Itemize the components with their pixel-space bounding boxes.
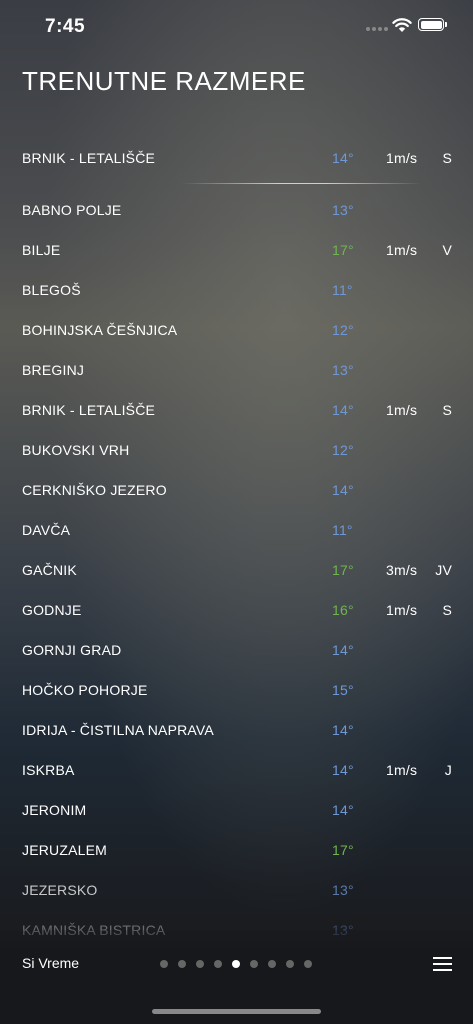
station-wind-direction: S: [442, 150, 452, 166]
station-temperature: 14°: [332, 762, 354, 778]
page-dot[interactable]: [250, 960, 258, 968]
page-dot[interactable]: [304, 960, 312, 968]
station-name: ISKRBA: [22, 762, 75, 778]
page-dot[interactable]: [196, 960, 204, 968]
station-wind-direction: V: [442, 242, 452, 258]
featured-station-row[interactable]: BRNIK - LETALIŠČE 14° 1m/s S: [22, 150, 452, 170]
station-temperature: 12°: [332, 322, 354, 338]
station-row[interactable]: BOHINJSKA ČEŠNJICA 12°: [22, 322, 452, 342]
station-temperature: 17°: [332, 562, 354, 578]
station-row[interactable]: BILJE 17° 1m/s V: [22, 242, 452, 262]
station-wind-direction: S: [442, 402, 452, 418]
page-dot[interactable]: [268, 960, 276, 968]
station-name: JERONIM: [22, 802, 87, 818]
station-wind-speed: 1m/s: [386, 602, 418, 618]
station-row[interactable]: JEZERSKO 13°: [22, 882, 452, 902]
station-name: BRNIK - LETALIŠČE: [22, 150, 156, 166]
page-dot[interactable]: [160, 960, 168, 968]
station-temperature: 14°: [332, 402, 354, 418]
station-temperature: 14°: [332, 642, 354, 658]
station-temperature: 13°: [332, 202, 354, 218]
station-wind-speed: 1m/s: [386, 242, 418, 258]
station-temperature: 14°: [332, 150, 354, 166]
station-temperature: 11°: [332, 282, 353, 298]
station-temperature: 16°: [332, 602, 354, 618]
station-name: DAVČA: [22, 522, 71, 538]
station-name: BOHINJSKA ČEŠNJICA: [22, 322, 178, 338]
station-wind-speed: 1m/s: [386, 762, 418, 778]
station-wind-direction: S: [442, 602, 452, 618]
station-name: JERUZALEM: [22, 842, 108, 858]
page-dot[interactable]: [232, 960, 240, 968]
cellular-signal-icon: [366, 27, 388, 31]
status-bar: 7:45: [0, 0, 473, 52]
station-temperature: 14°: [332, 482, 354, 498]
station-name: JEZERSKO: [22, 882, 98, 898]
status-time: 7:45: [45, 16, 86, 37]
station-name: BABNO POLJE: [22, 202, 122, 218]
station-name: HOČKO POHORJE: [22, 682, 148, 698]
page-title: TRENUTNE RAZMERE: [22, 66, 306, 96]
station-temperature: 13°: [332, 362, 354, 378]
battery-icon: [418, 18, 447, 31]
page-indicator[interactable]: [160, 960, 312, 968]
hamburger-menu-icon[interactable]: [433, 957, 452, 971]
station-temperature: 14°: [332, 802, 354, 818]
station-name: BRNIK - LETALIŠČE: [22, 402, 156, 418]
station-row[interactable]: DAVČA 11°: [22, 522, 452, 542]
app-brand: Si Vreme: [22, 955, 80, 971]
wifi-icon: [392, 18, 412, 32]
station-temperature: 12°: [332, 442, 354, 458]
station-row[interactable]: GODNJE 16° 1m/s S: [22, 602, 452, 622]
station-name: IDRIJA - ČISTILNA NAPRAVA: [22, 722, 214, 738]
station-row[interactable]: JERONIM 14°: [22, 802, 452, 822]
station-row[interactable]: BLEGOŠ 11°: [22, 282, 452, 302]
station-row[interactable]: BUKOVSKI VRH 12°: [22, 442, 452, 462]
station-temperature: 14°: [332, 722, 354, 738]
station-row[interactable]: GAČNIK 17° 3m/s JV: [22, 562, 452, 582]
station-temperature: 13°: [332, 882, 354, 898]
station-row[interactable]: CERKNIŠKO JEZERO 14°: [22, 482, 452, 502]
station-temperature: 11°: [332, 522, 353, 538]
station-name: GAČNIK: [22, 562, 77, 578]
page-dot[interactable]: [286, 960, 294, 968]
station-wind-direction: J: [444, 762, 452, 778]
page-dot[interactable]: [178, 960, 186, 968]
station-row[interactable]: JERUZALEM 17°: [22, 842, 452, 862]
station-name: BLEGOŠ: [22, 282, 81, 298]
divider: [182, 183, 422, 184]
station-wind-direction: JV: [435, 562, 452, 578]
station-row[interactable]: ISKRBA 14° 1m/s J: [22, 762, 452, 782]
station-name: CERKNIŠKO JEZERO: [22, 482, 167, 498]
station-row[interactable]: BREGINJ 13°: [22, 362, 452, 382]
station-name: BREGINJ: [22, 362, 85, 378]
station-temperature: 17°: [332, 242, 354, 258]
station-wind-speed: 1m/s: [386, 402, 418, 418]
station-row[interactable]: IDRIJA - ČISTILNA NAPRAVA 14°: [22, 722, 452, 742]
home-indicator: [152, 1009, 321, 1014]
station-temperature: 17°: [332, 842, 354, 858]
station-temperature: 15°: [332, 682, 354, 698]
station-wind-speed: 1m/s: [386, 150, 418, 166]
station-row[interactable]: GORNJI GRAD 14°: [22, 642, 452, 662]
station-wind-speed: 3m/s: [386, 562, 418, 578]
station-row[interactable]: BABNO POLJE 13°: [22, 202, 452, 222]
station-name: BUKOVSKI VRH: [22, 442, 130, 458]
station-name: BILJE: [22, 242, 61, 258]
station-name: GODNJE: [22, 602, 82, 618]
page-dot[interactable]: [214, 960, 222, 968]
station-name: GORNJI GRAD: [22, 642, 122, 658]
station-row[interactable]: BRNIK - LETALIŠČE 14° 1m/s S: [22, 402, 452, 422]
station-row[interactable]: HOČKO POHORJE 15°: [22, 682, 452, 702]
